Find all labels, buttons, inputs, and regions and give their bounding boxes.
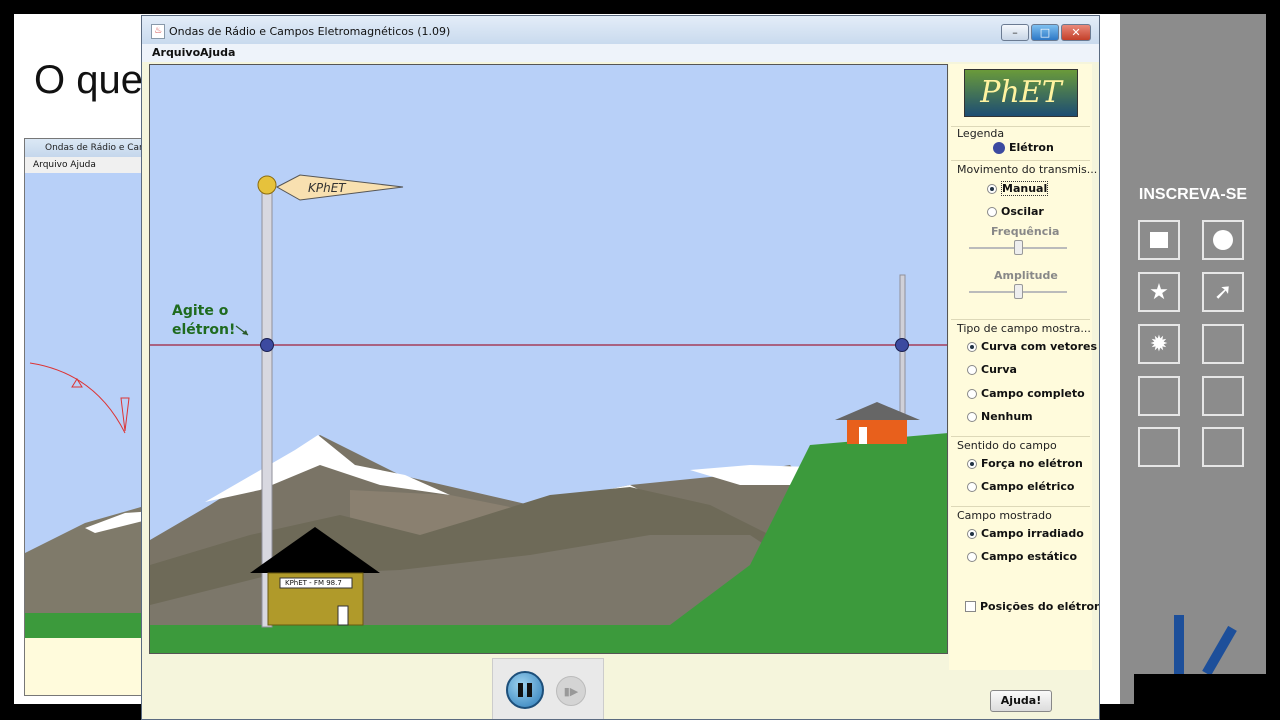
field-sense-group: Sentido do campo Força no elétron Campo … bbox=[951, 436, 1090, 501]
radio-full-field-label: Campo completo bbox=[981, 387, 1085, 400]
radio-static-label: Campo estático bbox=[981, 550, 1078, 563]
minimize-button[interactable]: – bbox=[1001, 24, 1029, 41]
maximize-button[interactable]: □ bbox=[1031, 24, 1059, 41]
transmitter-electron[interactable] bbox=[260, 338, 274, 352]
field-sense-title: Sentido do campo bbox=[957, 439, 1057, 452]
radio-curve[interactable]: Curva bbox=[967, 363, 1017, 376]
subscribe-label: INSCREVA-SE bbox=[1138, 186, 1248, 203]
circle-icon[interactable] bbox=[1202, 220, 1244, 260]
radio-none[interactable]: Nenhum bbox=[967, 410, 1033, 423]
radio-oscillate[interactable]: Oscilar bbox=[987, 205, 1044, 218]
empty-slot[interactable] bbox=[1138, 376, 1180, 416]
radio-static-field[interactable]: Campo estático bbox=[967, 550, 1077, 563]
amplitude-label: Amplitude bbox=[994, 269, 1058, 282]
field-type-group: Tipo de campo mostra... Curva com vetore… bbox=[951, 319, 1097, 432]
electron-positions-checkbox[interactable]: Posições do elétron bbox=[965, 600, 1100, 613]
menu-bar: Arquivo Ajuda bbox=[142, 44, 1099, 62]
bottom-black-bar bbox=[1134, 674, 1266, 720]
radio-electric-label: Campo elétrico bbox=[981, 480, 1075, 493]
radio-curve-vectors-label: Curva com vetores bbox=[981, 340, 1097, 353]
square-icon[interactable] bbox=[1138, 220, 1180, 260]
step-button[interactable]: ▮▶ bbox=[556, 676, 586, 706]
legend-electron: Elétron bbox=[993, 141, 1054, 154]
empty-slot[interactable] bbox=[1202, 376, 1244, 416]
frequency-label: Frequência bbox=[991, 225, 1060, 238]
legend-group: Legenda Elétron bbox=[951, 126, 1090, 159]
legend-title: Legenda bbox=[957, 127, 1005, 140]
radio-oscillate-label: Oscilar bbox=[1001, 205, 1044, 218]
movement-title: Movimento do transmis... bbox=[957, 163, 1098, 176]
pause-icon bbox=[518, 683, 532, 697]
pause-button[interactable] bbox=[506, 671, 544, 709]
field-type-title: Tipo de campo mostra... bbox=[957, 322, 1091, 335]
frequency-slider[interactable] bbox=[1014, 240, 1023, 255]
background-window: Ondas de Rádio e Campos Arquivo Ajuda bbox=[24, 138, 156, 696]
radio-electric-field[interactable]: Campo elétrico bbox=[967, 480, 1074, 493]
pen-tools-icon bbox=[1174, 615, 1237, 676]
main-window: ♨ Ondas de Rádio e Campos Eletromagnétic… bbox=[141, 15, 1100, 720]
title-bar[interactable]: ♨ Ondas de Rádio e Campos Eletromagnétic… bbox=[142, 16, 1099, 44]
electron-positions-label: Posições do elétron bbox=[980, 600, 1100, 613]
radio-force-label: Força no elétron bbox=[981, 457, 1083, 470]
amplitude-slider[interactable] bbox=[1014, 284, 1023, 299]
radio-manual[interactable]: Manual bbox=[987, 181, 1049, 196]
window-title: Ondas de Rádio e Campos Eletromagnéticos… bbox=[169, 25, 451, 38]
shake-prompt: Agite o elétron! bbox=[172, 302, 235, 340]
simulation-canvas[interactable]: KPhET Agite o elétron! KPhET - FM 98.7 bbox=[149, 64, 948, 654]
legend-electron-label: Elétron bbox=[1009, 141, 1054, 154]
phet-logo[interactable]: PhET bbox=[964, 69, 1078, 117]
empty-slot[interactable] bbox=[1202, 427, 1244, 467]
field-shown-title: Campo mostrado bbox=[957, 509, 1052, 522]
shake-prompt-line2: elétron! bbox=[172, 322, 236, 338]
electron-icon bbox=[993, 141, 1005, 154]
flag-label: KPhET bbox=[308, 181, 346, 195]
background-window-menu: Arquivo Ajuda bbox=[25, 157, 155, 173]
radio-radiated-field[interactable]: Campo irradiado bbox=[967, 527, 1084, 540]
empty-slot[interactable] bbox=[1138, 427, 1180, 467]
station-sign: KPhET - FM 98.7 bbox=[285, 579, 342, 587]
arrow-icon[interactable]: ➚ bbox=[1202, 272, 1244, 312]
landscape bbox=[150, 174, 947, 653]
radio-none-label: Nenhum bbox=[981, 410, 1033, 423]
movement-group: Movimento do transmis... Manual Oscilar … bbox=[951, 160, 1097, 315]
radio-curve-vectors[interactable]: Curva com vetores bbox=[967, 340, 1097, 353]
playback-panel: ▮▶ bbox=[492, 658, 604, 719]
star-icon[interactable]: ★ bbox=[1138, 272, 1180, 312]
radio-manual-label: Manual bbox=[1001, 181, 1049, 196]
menu-help[interactable]: Ajuda bbox=[200, 46, 235, 59]
background-scene bbox=[25, 173, 155, 695]
menu-file[interactable]: Arquivo bbox=[152, 46, 200, 59]
background-window-title: Ondas de Rádio e Campos bbox=[25, 139, 155, 157]
radio-curve-label: Curva bbox=[981, 363, 1017, 376]
java-app-icon: ♨ bbox=[151, 24, 165, 39]
receiver-electron bbox=[895, 338, 909, 352]
burst-icon[interactable]: ✹ bbox=[1138, 324, 1180, 364]
radio-radiated-label: Campo irradiado bbox=[981, 527, 1084, 540]
radio-full-field[interactable]: Campo completo bbox=[967, 387, 1085, 400]
checkbox-box[interactable] bbox=[965, 601, 976, 612]
slide-title: O que bbox=[34, 58, 143, 102]
bottom-bar bbox=[142, 670, 1099, 719]
shake-prompt-line1: Agite o bbox=[172, 303, 229, 319]
control-panel: PhET Legenda Elétron Movimento do transm… bbox=[949, 64, 1099, 670]
radio-force-on-electron[interactable]: Força no elétron bbox=[967, 457, 1083, 470]
close-button[interactable]: ✕ bbox=[1061, 24, 1091, 41]
help-button[interactable]: Ajuda! bbox=[990, 690, 1052, 712]
step-icon: ▮▶ bbox=[563, 684, 579, 698]
field-shown-group: Campo mostrado Campo irradiado Campo est… bbox=[951, 506, 1090, 571]
empty-slot[interactable] bbox=[1202, 324, 1244, 364]
